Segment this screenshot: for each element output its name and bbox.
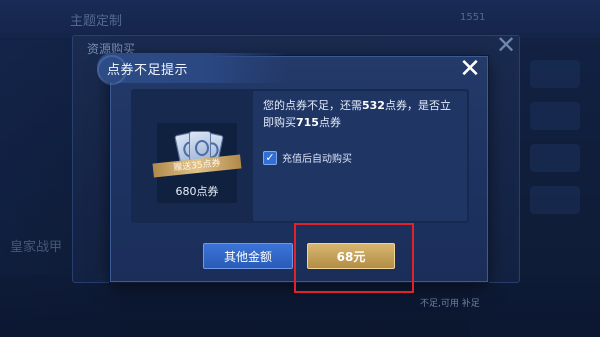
background-slot xyxy=(530,144,580,172)
highlight-box xyxy=(294,223,414,293)
voucher-item-card: 赠送35点券 680点券 xyxy=(152,123,242,203)
dialog-header: 点券不足提示 xyxy=(97,53,287,85)
background-slot xyxy=(530,186,580,214)
insufficient-suffix: 补足 xyxy=(461,299,480,309)
auto-buy-row[interactable]: ✓ 充值后自动购买 xyxy=(263,150,352,165)
amount-to-buy: 715 xyxy=(296,116,319,129)
insufficient-label: 不足,可用 xyxy=(420,299,459,309)
message-panel: 您的点券不足，还需532点券，是否立即购买715点券 ✓ 充值后自动购买 xyxy=(253,91,467,221)
insufficient-message: 您的点券不足，还需532点券，是否立即购买715点券 xyxy=(263,99,451,129)
background-status: 1551 xyxy=(460,12,486,23)
close-icon[interactable]: ✕ xyxy=(494,33,518,58)
close-icon[interactable]: ✕ xyxy=(459,56,481,82)
background-title: 主题定制 xyxy=(70,14,123,29)
background-insufficient-text: 不足,可用 补足 xyxy=(420,296,480,309)
dialog-body: 赠送35点券 680点券 您的点券不足，还需532点券，是否立即购买715点券 … xyxy=(131,89,469,223)
auto-buy-checkbox[interactable]: ✓ xyxy=(263,150,277,165)
amount-needed: 532 xyxy=(362,99,385,112)
background-slot xyxy=(530,102,580,130)
voucher-amount-label: 680点券 xyxy=(175,185,219,198)
dialog-title: 点券不足提示 xyxy=(107,63,189,78)
bonus-ribbon: 赠送35点券 xyxy=(152,154,242,178)
auto-buy-label: 充值后自动购买 xyxy=(282,154,352,165)
background-left-label: 皇家战甲 xyxy=(10,240,63,255)
background-slot xyxy=(530,60,580,88)
other-amount-button[interactable]: 其他金额 xyxy=(203,243,293,269)
